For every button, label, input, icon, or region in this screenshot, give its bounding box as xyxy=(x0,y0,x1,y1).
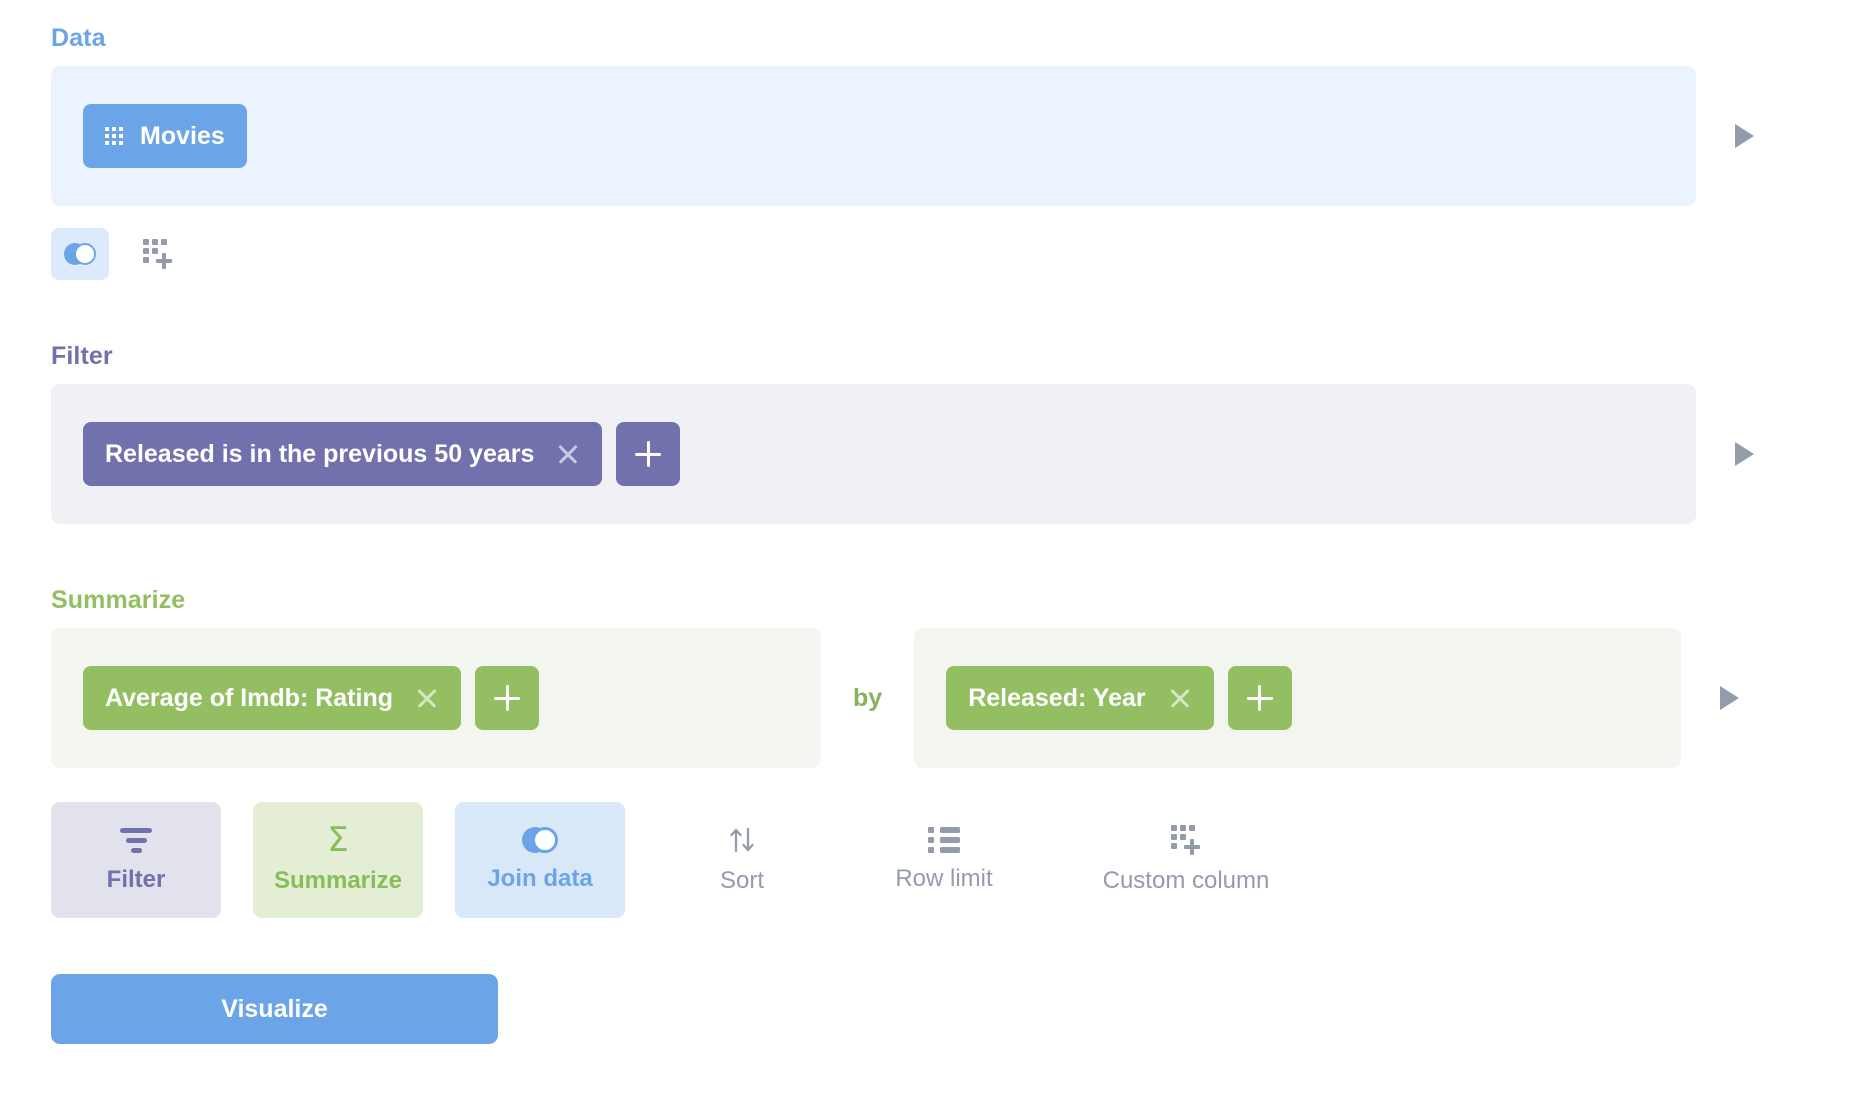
action-button-join-data[interactable]: Join data xyxy=(455,802,625,918)
sort-arrows-icon xyxy=(727,825,757,855)
add-aggregation-button[interactable] xyxy=(475,666,539,730)
data-section-body: Movies xyxy=(51,66,1696,206)
add-breakout-button[interactable] xyxy=(1227,666,1292,730)
filter-section-body: Released is in the previous 50 years xyxy=(51,384,1696,524)
venn-diagram-icon xyxy=(522,827,558,853)
action-button-row-limit-label: Row limit xyxy=(895,865,993,892)
notebook-step-actions: Filter Σ Summarize Join data Sort Row li… xyxy=(51,802,1860,918)
top-spacer xyxy=(0,0,1860,24)
data-source-pill-label: Movies xyxy=(140,121,225,150)
action-button-sort-label: Sort xyxy=(719,867,764,894)
table-grid-icon xyxy=(105,127,123,145)
filter-pill[interactable]: Released is in the previous 50 years xyxy=(83,422,603,486)
aggregation-pill-label: Average of Imdb: Rating xyxy=(105,683,393,712)
list-icon xyxy=(928,827,960,853)
filter-section-preview-play-arrow-icon[interactable] xyxy=(1735,442,1754,466)
close-icon[interactable] xyxy=(1168,686,1192,710)
action-button-custom-column[interactable]: Custom column xyxy=(1061,802,1311,918)
action-button-sort[interactable]: Sort xyxy=(657,802,827,918)
custom-column-icon xyxy=(143,239,173,269)
summarize-section-preview-play-arrow-icon[interactable] xyxy=(1720,686,1740,710)
action-button-summarize-label: Summarize xyxy=(273,867,403,894)
action-button-filter-label: Filter xyxy=(106,866,166,893)
action-button-filter[interactable]: Filter xyxy=(51,802,221,918)
summarize-aggregation-body: Average of Imdb: Rating xyxy=(51,628,821,768)
custom-column-mini-button[interactable] xyxy=(129,228,187,280)
data-section-row: Movies xyxy=(0,66,1860,206)
summarize-by-label: by xyxy=(853,683,883,712)
action-button-summarize[interactable]: Σ Summarize xyxy=(253,802,423,918)
add-filter-button[interactable] xyxy=(616,422,681,486)
venn-diagram-icon xyxy=(64,243,96,265)
aggregation-pill[interactable]: Average of Imdb: Rating xyxy=(83,666,461,730)
data-mini-actions xyxy=(51,228,1860,280)
action-button-row-limit[interactable]: Row limit xyxy=(859,802,1029,918)
join-data-mini-button[interactable] xyxy=(51,228,109,280)
custom-column-icon xyxy=(1171,825,1201,855)
sigma-icon: Σ xyxy=(327,820,349,860)
funnel-icon xyxy=(119,826,153,854)
query-builder-notebook: Data Movies Filter Released is in the pr… xyxy=(0,0,1860,1118)
action-button-join-data-label: Join data xyxy=(487,865,593,892)
data-source-pill-movies[interactable]: Movies xyxy=(83,104,247,168)
summarize-section-row: Average of Imdb: Rating by Released: Yea… xyxy=(0,628,1860,768)
breakout-pill-label: Released: Year xyxy=(968,683,1146,712)
data-section-label: Data xyxy=(51,24,106,52)
summarize-groups: Average of Imdb: Rating by Released: Yea… xyxy=(51,628,1682,768)
breakout-pill[interactable]: Released: Year xyxy=(946,666,1214,730)
data-section-preview-play-arrow-icon[interactable] xyxy=(1735,124,1754,148)
close-icon[interactable] xyxy=(415,686,439,710)
close-icon[interactable] xyxy=(556,442,580,466)
summarize-section-label: Summarize xyxy=(51,586,186,614)
filter-pill-label: Released is in the previous 50 years xyxy=(105,439,535,468)
summarize-breakout-body: Released: Year xyxy=(914,628,1682,768)
filter-section-label: Filter xyxy=(51,342,113,370)
visualize-button[interactable]: Visualize xyxy=(51,974,498,1044)
action-button-custom-column-label: Custom column xyxy=(1102,867,1270,894)
filter-section-row: Released is in the previous 50 years xyxy=(0,384,1860,524)
